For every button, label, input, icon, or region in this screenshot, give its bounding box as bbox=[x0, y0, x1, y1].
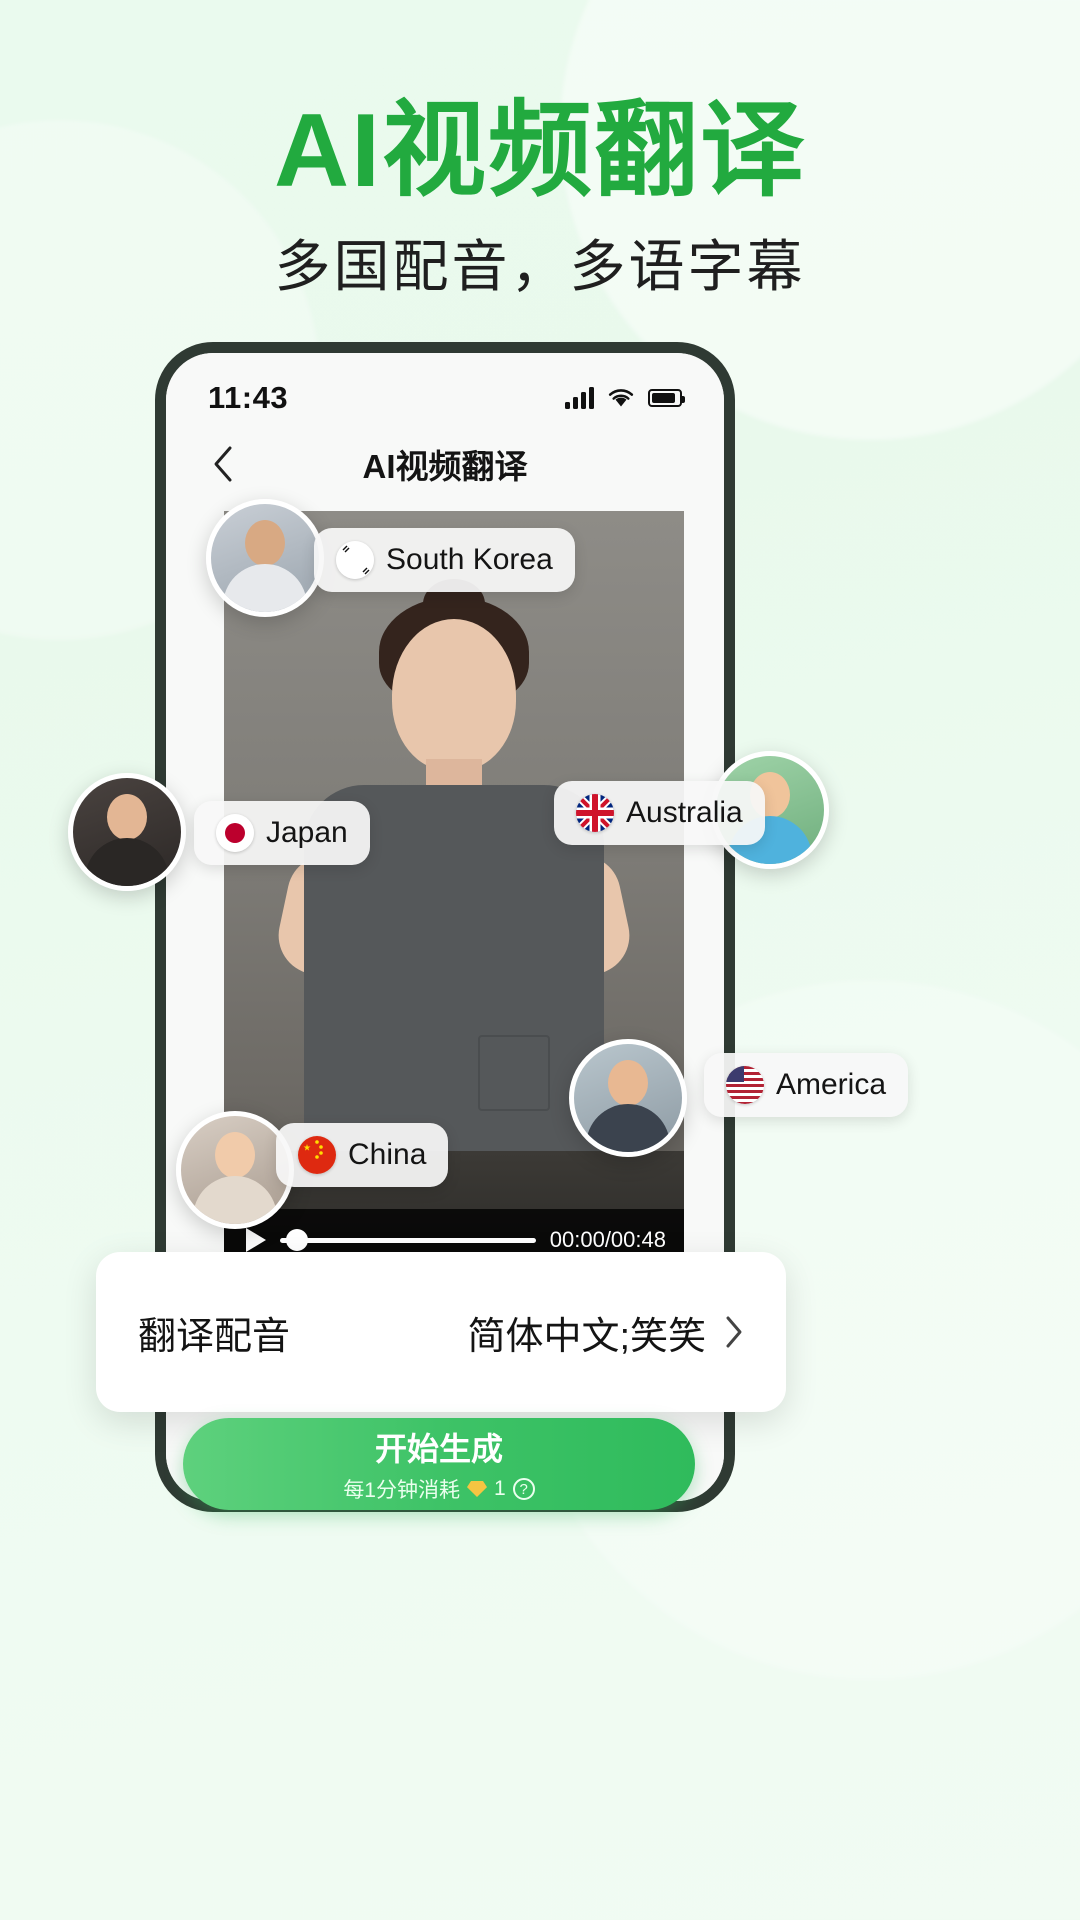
avatar-figure bbox=[73, 778, 181, 886]
signal-bars-icon bbox=[565, 387, 594, 409]
poster-subtitle: 多国配音，多语字幕 bbox=[274, 235, 806, 298]
chip-japan[interactable]: Japan bbox=[194, 801, 370, 865]
chip-america[interactable]: America bbox=[704, 1053, 909, 1117]
avatar-head bbox=[215, 1132, 255, 1178]
gem-icon bbox=[467, 1481, 487, 1497]
settings-row-value: 简体中文;笑笑 bbox=[467, 1315, 706, 1358]
flag-japan-icon bbox=[216, 814, 254, 852]
cta-cost-prefix: 每1分钟消耗 bbox=[343, 1479, 460, 1502]
status-bar-time: 11:43 bbox=[208, 380, 289, 415]
avatar-body bbox=[193, 1176, 277, 1224]
avatar-body bbox=[223, 564, 307, 612]
chip-label: South Korea bbox=[386, 543, 553, 576]
cta-cost-value: 1 bbox=[494, 1477, 506, 1500]
chip-label: Australia bbox=[626, 796, 743, 829]
avatar-america[interactable] bbox=[569, 1039, 687, 1157]
battery-icon bbox=[648, 389, 685, 407]
flag-china-icon bbox=[298, 1136, 336, 1174]
chip-south-korea[interactable]: South Korea bbox=[314, 528, 575, 592]
progress-slider[interactable] bbox=[280, 1229, 536, 1251]
settings-row-value-group[interactable]: 简体中文;笑笑 bbox=[467, 1305, 744, 1360]
flag-south-korea-icon bbox=[336, 541, 374, 579]
flag-australia-icon bbox=[576, 794, 614, 832]
progress-knob[interactable] bbox=[286, 1229, 308, 1251]
avatar-figure bbox=[211, 504, 319, 612]
settings-card[interactable]: 翻译配音 简体中文;笑笑 bbox=[96, 1252, 786, 1412]
subject-shirt-pocket bbox=[478, 1035, 550, 1111]
wifi-icon bbox=[608, 389, 634, 407]
back-button[interactable] bbox=[200, 441, 246, 487]
start-generate-button[interactable]: 开始生成 每1分钟消耗 1 ? bbox=[183, 1418, 695, 1510]
avatar-head bbox=[245, 520, 285, 566]
chip-label: China bbox=[348, 1138, 427, 1171]
avatar-japan[interactable] bbox=[68, 773, 186, 891]
avatar-body bbox=[85, 838, 169, 886]
chevron-right-icon bbox=[726, 1316, 742, 1348]
avatar-figure bbox=[574, 1044, 682, 1152]
subject-head bbox=[392, 619, 516, 771]
avatar-head bbox=[107, 794, 147, 840]
chevron-left-icon bbox=[214, 446, 232, 482]
chip-label: Japan bbox=[266, 816, 348, 849]
chip-china[interactable]: China bbox=[276, 1123, 449, 1187]
avatar-head bbox=[608, 1060, 648, 1106]
poster-title: AI视频翻译 bbox=[273, 93, 806, 209]
flag-usa-icon bbox=[726, 1066, 764, 1104]
question-mark-icon[interactable]: ? bbox=[512, 1478, 535, 1500]
cta-label: 开始生成 bbox=[374, 1431, 503, 1467]
status-bar-icons bbox=[565, 387, 685, 409]
app-header: AI视频翻译 bbox=[166, 431, 724, 497]
status-bar: 11:43 bbox=[166, 371, 724, 425]
avatar-figure bbox=[181, 1116, 289, 1224]
chip-label: America bbox=[776, 1068, 887, 1101]
chip-australia[interactable]: Australia bbox=[554, 781, 765, 845]
avatar-south-korea[interactable] bbox=[206, 499, 324, 617]
settings-row-label: 翻译配音 bbox=[138, 1315, 291, 1358]
page-title: AI视频翻译 bbox=[362, 448, 528, 485]
play-icon[interactable] bbox=[246, 1228, 266, 1252]
video-time: 00:00/00:48 bbox=[549, 1227, 666, 1252]
avatar-body bbox=[586, 1104, 670, 1152]
cta-cost: 每1分钟消耗 1 ? bbox=[343, 1474, 535, 1504]
